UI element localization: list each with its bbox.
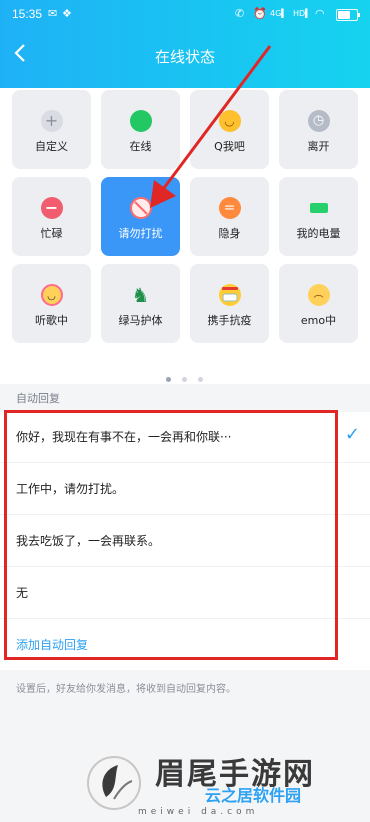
status-bar: 15:35 ✉ ❖ ✆ ⏰ 4G▍ HD▍ ◠ (0, 0, 370, 30)
page-dot (182, 377, 188, 382)
invisible-icon: = (218, 197, 241, 219)
green-horse-icon: ♞ (131, 283, 150, 307)
status-tile-label: 忙碌 (40, 227, 63, 240)
plus-icon: + (40, 110, 63, 132)
busy-minus-icon: − (40, 197, 63, 219)
headphone-face-icon: ◡ (40, 284, 63, 306)
auto-reply-list: 你好，我现在有事不在，一会再和你联··· ✓ 工作中，请勿打扰。 我去吃饭了，一… (0, 412, 370, 670)
notification-icon: ✉ (48, 7, 58, 20)
page-title: 在线状态 (154, 48, 215, 66)
mask-face-icon (218, 284, 241, 306)
status-tile-label: 离开 (307, 140, 330, 153)
status-tile-listening[interactable]: ◡ 听歌中 (12, 264, 91, 343)
leaf-logo-icon (84, 753, 144, 813)
page-dot (198, 377, 204, 382)
status-tile-label: 请勿打扰 (118, 227, 163, 240)
app-header: 15:35 ✉ ❖ ✆ ⏰ 4G▍ HD▍ ◠ 在线状态 (0, 0, 370, 88)
status-tile-do-not-disturb[interactable]: 请勿打扰 (101, 177, 180, 256)
bell-icon: ❖ (62, 7, 72, 20)
clock-icon: ◷ (307, 110, 330, 132)
sad-face-icon: ︵ (307, 284, 330, 306)
status-tile-custom[interactable]: + 自定义 (12, 90, 91, 169)
auto-reply-option[interactable]: 无 (0, 568, 370, 619)
auto-reply-option[interactable]: 你好，我现在有事不在，一会再和你联··· ✓ (0, 412, 370, 463)
status-grid: + 自定义 在线 ◡ Q我吧 ◷ 离开 − 忙碌 请勿打扰 = 隐身 我的电量 … (0, 88, 370, 384)
add-auto-reply-label: 添加自动回复 (16, 638, 89, 652)
auto-reply-hint: 设置后，好友给你发消息，将收到自动回复内容。 (16, 684, 236, 695)
status-tile-busy[interactable]: − 忙碌 (12, 177, 91, 256)
do-not-disturb-icon (129, 197, 152, 219)
add-auto-reply-button[interactable]: 添加自动回复 (0, 620, 370, 670)
auto-reply-text: 我去吃饭了，一会再联系。 (16, 534, 161, 548)
wifi-icon: ◠ (315, 7, 325, 20)
signal-4g-icon: 4G▍ (270, 9, 288, 18)
status-tile-online[interactable]: 在线 (101, 90, 180, 169)
phone-icon: ✆ (235, 7, 245, 20)
status-tile-label: 隐身 (218, 227, 241, 240)
status-tile-label: 在线 (129, 140, 152, 153)
watermark-sub-text: meiwei da.com (138, 807, 259, 817)
page-dot (166, 377, 171, 382)
status-tile-label: 绿马护体 (118, 314, 163, 327)
battery-icon (336, 9, 360, 21)
status-time: 15:35 (12, 7, 43, 21)
battery-status-icon (309, 203, 328, 213)
page-indicator (166, 367, 209, 386)
online-dot-icon (129, 110, 152, 132)
check-icon: ✓ (344, 424, 360, 445)
status-tile-label: 携手抗疫 (207, 314, 252, 327)
auto-reply-text: 你好，我现在有事不在，一会再和你联··· (16, 430, 232, 444)
status-tile-label: emo中 (300, 314, 337, 327)
status-tile-battery[interactable]: 我的电量 (279, 177, 358, 256)
status-tile-label: 自定义 (35, 140, 68, 153)
signal-hd-icon: HD▍ (293, 9, 312, 18)
watermark-second-text: 云之居软件园 (205, 786, 302, 805)
status-tile-label: Q我吧 (214, 140, 245, 153)
auto-reply-option[interactable]: 我去吃饭了，一会再联系。 (0, 516, 370, 567)
alarm-icon: ⏰ (253, 7, 267, 20)
status-tile-away[interactable]: ◷ 离开 (279, 90, 358, 169)
auto-reply-option[interactable]: 工作中，请勿打扰。 (0, 464, 370, 515)
status-tile-emo[interactable]: ︵ emo中 (279, 264, 358, 343)
section-title: 自动回复 (16, 392, 60, 405)
auto-reply-text: 无 (16, 586, 29, 600)
status-tile-label: 听歌中 (35, 314, 68, 327)
status-tile-invisible[interactable]: = 隐身 (190, 177, 269, 256)
smile-icon: ◡ (218, 110, 241, 132)
auto-reply-text: 工作中，请勿打扰。 (16, 482, 125, 496)
status-tile-fight-epidemic[interactable]: 携手抗疫 (190, 264, 269, 343)
status-tile-green-horse[interactable]: ♞ 绿马护体 (101, 264, 180, 343)
status-tile-label: 我的电量 (296, 227, 341, 240)
status-tile-q-me[interactable]: ◡ Q我吧 (190, 90, 269, 169)
